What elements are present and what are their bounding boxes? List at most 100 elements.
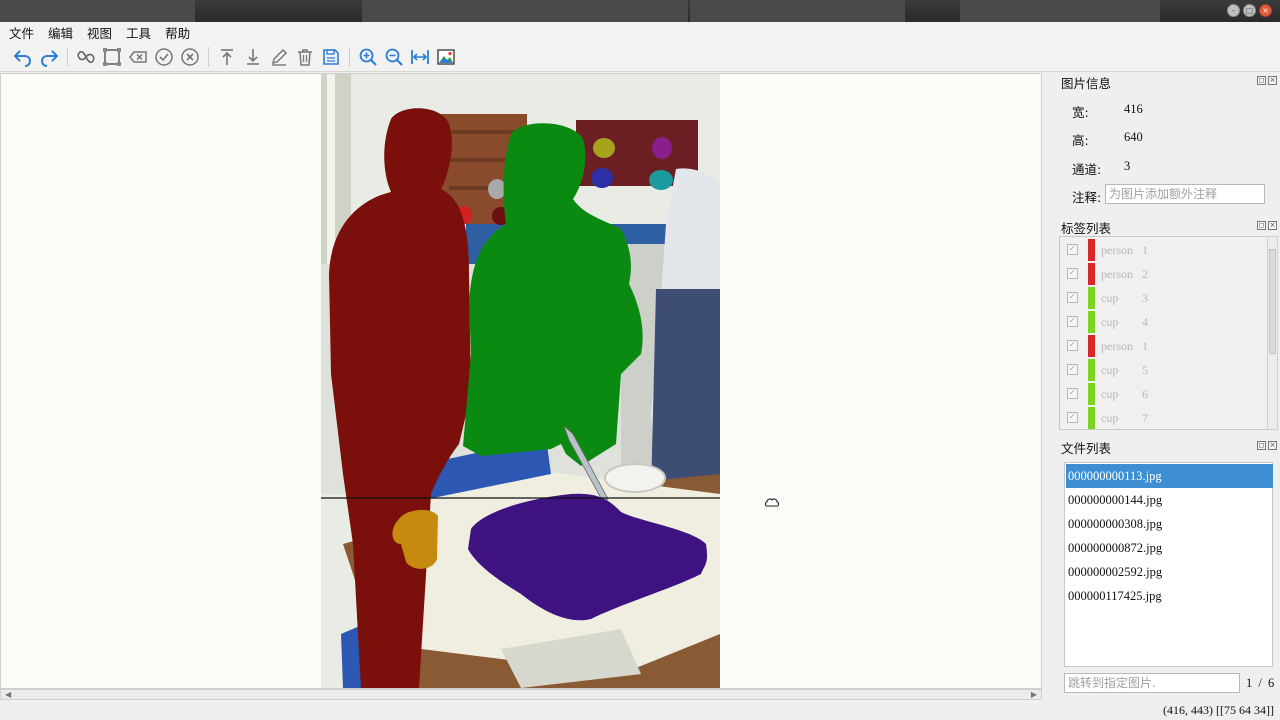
label-list[interactable]: ✓ person 1 ✓ person 2 ✓ cup 3 ✓ cup 4 ✓ …: [1059, 236, 1269, 430]
file-item[interactable]: 000000000872.jpg: [1066, 536, 1273, 560]
label-visible-checkbox[interactable]: ✓: [1067, 340, 1078, 351]
label-visible-checkbox[interactable]: ✓: [1067, 292, 1078, 303]
page-counter: 1 / 6: [1246, 676, 1274, 691]
file-item[interactable]: 000000002592.jpg: [1066, 560, 1273, 584]
float-dock-icon[interactable]: ◻: [1257, 441, 1266, 450]
label-color-swatch: [1088, 407, 1095, 429]
label-visible-checkbox[interactable]: ✓: [1067, 268, 1078, 279]
file-item-selected[interactable]: 000000000113.jpg: [1066, 464, 1273, 488]
crosshair-cursor-icon: [764, 498, 780, 507]
menu-edit[interactable]: 编辑: [48, 23, 73, 42]
image-info-title: 图片信息: [1061, 76, 1112, 91]
label-name: person: [1101, 267, 1133, 281]
label-id: 5: [1142, 363, 1148, 377]
label-color-swatch: [1088, 311, 1095, 333]
check-icon[interactable]: [151, 44, 177, 70]
image-info-dock-buttons: ◻ ×: [1257, 76, 1277, 85]
minimize-window-icon[interactable]: –: [1227, 4, 1240, 17]
file-item[interactable]: 000000000144.jpg: [1066, 488, 1273, 512]
channels-value: 3: [1124, 159, 1131, 173]
label-visible-checkbox[interactable]: ✓: [1067, 412, 1078, 423]
channels-label: 通道:: [1072, 162, 1102, 177]
window-titlebar: – □ ×: [0, 0, 1280, 22]
background-tab: [362, 0, 688, 22]
page-separator: /: [1258, 676, 1262, 690]
move-bottom-icon[interactable]: [240, 44, 266, 70]
label-color-swatch: [1088, 263, 1095, 285]
maximize-window-icon[interactable]: □: [1243, 4, 1256, 17]
note-input[interactable]: [1105, 184, 1265, 204]
menu-bar: 文件 编辑 视图 工具 帮助: [0, 22, 1280, 42]
close-dock-icon[interactable]: ×: [1268, 76, 1277, 85]
image-canvas[interactable]: [0, 73, 1042, 689]
label-item[interactable]: ✓ person 1: [1060, 334, 1266, 358]
annotated-photo[interactable]: [321, 74, 720, 688]
scrollbar-thumb[interactable]: [1269, 249, 1276, 354]
float-dock-icon[interactable]: ◻: [1257, 76, 1266, 85]
horizontal-scrollbar[interactable]: ◀ ▶: [0, 689, 1042, 700]
close-window-icon[interactable]: ×: [1259, 4, 1272, 17]
dock-splitter[interactable]: [1042, 73, 1055, 700]
delete-shape-icon[interactable]: [125, 44, 151, 70]
zoom-in-icon[interactable]: [355, 44, 381, 70]
label-visible-checkbox[interactable]: ✓: [1067, 244, 1078, 255]
label-item[interactable]: ✓ cup 6: [1060, 382, 1266, 406]
scroll-right-icon[interactable]: ▶: [1031, 690, 1037, 699]
width-label: 宽:: [1072, 105, 1089, 120]
label-item[interactable]: ✓ cup 5: [1060, 358, 1266, 382]
label-color-swatch: [1088, 335, 1095, 357]
scroll-left-icon[interactable]: ◀: [5, 690, 11, 699]
fit-width-icon[interactable]: [407, 44, 433, 70]
file-item[interactable]: 000000000308.jpg: [1066, 512, 1273, 536]
label-list-title: 标签列表: [1061, 221, 1112, 236]
label-item[interactable]: ✓ person 1: [1060, 238, 1266, 262]
menu-help[interactable]: 帮助: [165, 23, 190, 42]
status-bar: (416, 443) [[75 64 34]]: [0, 700, 1280, 720]
label-name: cup: [1101, 387, 1119, 401]
label-item[interactable]: ✓ person 2: [1060, 262, 1266, 286]
label-name: cup: [1101, 411, 1119, 425]
file-list[interactable]: 000000000113.jpg 000000000144.jpg 000000…: [1064, 462, 1273, 667]
float-dock-icon[interactable]: ◻: [1257, 221, 1266, 230]
rectangle-icon[interactable]: [99, 44, 125, 70]
toolbar-separator: [208, 46, 209, 67]
note-label: 注释:: [1072, 190, 1102, 205]
move-top-icon[interactable]: [214, 44, 240, 70]
background-tab: [960, 0, 1160, 22]
zoom-out-icon[interactable]: [381, 44, 407, 70]
width-value: 416: [1124, 102, 1143, 116]
label-color-swatch: [1088, 287, 1095, 309]
label-id: 7: [1142, 411, 1148, 425]
label-visible-checkbox[interactable]: ✓: [1067, 364, 1078, 375]
label-list-dock-buttons: ◻ ×: [1257, 221, 1277, 230]
polygon-icon[interactable]: [73, 44, 99, 70]
label-id: 1: [1142, 339, 1148, 353]
image-icon[interactable]: [433, 44, 459, 70]
close-dock-icon[interactable]: ×: [1268, 221, 1277, 230]
label-id: 2: [1142, 267, 1148, 281]
cancel-icon[interactable]: [177, 44, 203, 70]
toolbar: [0, 42, 1280, 72]
height-label: 高:: [1072, 133, 1089, 148]
label-list-scrollbar[interactable]: [1267, 236, 1278, 430]
label-item[interactable]: ✓ cup 4: [1060, 310, 1266, 334]
label-id: 6: [1142, 387, 1148, 401]
file-item[interactable]: 000000117425.jpg: [1066, 584, 1273, 608]
menu-view[interactable]: 视图: [87, 23, 112, 42]
jump-to-image-input[interactable]: [1064, 673, 1240, 693]
label-name: person: [1101, 339, 1133, 353]
toolbar-separator: [67, 46, 68, 67]
label-item[interactable]: ✓ cup 3: [1060, 286, 1266, 310]
label-item[interactable]: ✓ cup 7: [1060, 406, 1266, 429]
redo-icon[interactable]: [36, 44, 62, 70]
undo-icon[interactable]: [10, 44, 36, 70]
menu-file[interactable]: 文件: [9, 23, 34, 42]
save-icon[interactable]: [318, 44, 344, 70]
trash-icon[interactable]: [292, 44, 318, 70]
edit-icon[interactable]: [266, 44, 292, 70]
file-list-title: 文件列表: [1061, 441, 1112, 456]
close-dock-icon[interactable]: ×: [1268, 441, 1277, 450]
label-visible-checkbox[interactable]: ✓: [1067, 316, 1078, 327]
menu-tools[interactable]: 工具: [126, 23, 151, 42]
label-visible-checkbox[interactable]: ✓: [1067, 388, 1078, 399]
